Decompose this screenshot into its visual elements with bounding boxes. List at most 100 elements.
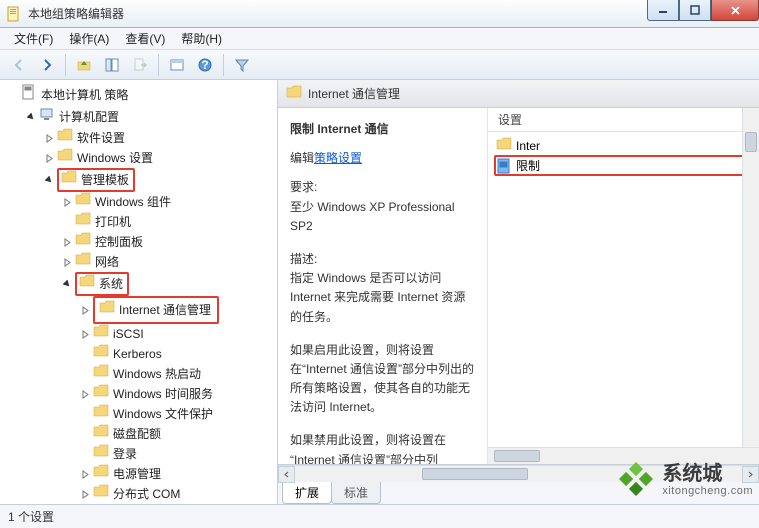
tree-item[interactable]: 控制面板 — [60, 232, 277, 252]
desc-text: 指定 Windows 是否可以访问 Internet 来完成需要 Interne… — [290, 269, 477, 327]
scroll-thumb[interactable] — [745, 132, 757, 152]
properties-button[interactable] — [164, 53, 190, 77]
tree-item[interactable]: Windows 文件保护 — [78, 404, 277, 424]
list-label: Inter — [516, 139, 540, 153]
folder-icon — [93, 384, 109, 404]
tree-item[interactable]: Windows 组件 — [60, 192, 277, 212]
tree-item[interactable]: iSCSI — [78, 324, 277, 344]
separator — [223, 54, 224, 76]
policy-settings-link[interactable]: 策略设置 — [314, 151, 362, 165]
tree-item[interactable]: Windows 时间服务 — [78, 384, 277, 404]
tree-computer-config[interactable]: 计算机配置 — [24, 106, 277, 128]
expand-icon[interactable] — [62, 237, 73, 248]
scroll-thumb[interactable] — [494, 450, 540, 462]
minimize-button[interactable] — [647, 0, 679, 21]
expand-icon[interactable] — [44, 153, 55, 164]
right-pane: Internet 通信管理 限制 Internet 通信 编辑策略设置 要求: … — [278, 80, 759, 504]
tree-item[interactable]: 磁盘配额 — [78, 424, 277, 444]
content-area: 本地计算机 策略 计算机配置 软件设置 Windows 设置 — [0, 80, 759, 504]
tree-system[interactable]: 系统 — [60, 272, 277, 296]
separator — [65, 54, 66, 76]
tab-extended[interactable]: 扩展 — [282, 481, 332, 504]
tree-label: 磁盘配额 — [111, 424, 163, 444]
desc-text: 如果禁用此设置，则将设置在 — [290, 431, 477, 450]
tree-item[interactable]: 网络 — [60, 252, 277, 272]
maximize-button[interactable] — [679, 0, 711, 21]
tree-label: 系统 — [97, 274, 125, 294]
folder-icon — [496, 137, 512, 154]
vertical-scrollbar[interactable] — [742, 108, 759, 464]
tree-item[interactable]: 分布式 COM — [78, 484, 277, 504]
tree-item[interactable]: Windows 设置 — [42, 148, 277, 168]
scroll-thumb[interactable] — [422, 468, 528, 480]
expand-icon[interactable] — [62, 197, 73, 208]
folder-icon — [93, 404, 109, 424]
folder-icon — [61, 170, 77, 190]
collapse-icon[interactable] — [44, 175, 55, 186]
collapse-icon[interactable] — [26, 112, 37, 123]
app-icon — [6, 6, 22, 22]
setting-icon — [496, 158, 512, 174]
header-title: Internet 通信管理 — [308, 85, 400, 102]
tree-label: 分布式 COM — [111, 484, 182, 504]
forward-button[interactable] — [34, 53, 60, 77]
tree-item[interactable]: 电源管理 — [78, 464, 277, 484]
folder-icon — [286, 85, 302, 102]
expand-icon[interactable] — [80, 469, 91, 480]
tab-standard[interactable]: 标准 — [331, 481, 381, 504]
tree-label: Internet 通信管理 — [117, 300, 213, 320]
expand-icon[interactable] — [80, 329, 91, 340]
menu-file[interactable]: 文件(F) — [8, 28, 59, 49]
up-button[interactable] — [71, 53, 97, 77]
watermark-url: xitongcheng.com — [662, 485, 753, 497]
folder-icon — [93, 344, 109, 364]
folder-icon — [93, 364, 109, 384]
tree-label: Windows 组件 — [93, 192, 173, 212]
expand-icon[interactable] — [80, 389, 91, 400]
tree-item[interactable]: 打印机 — [60, 212, 277, 232]
back-button[interactable] — [6, 53, 32, 77]
tree-root[interactable]: 本地计算机 策略 — [6, 84, 277, 106]
close-button[interactable] — [711, 0, 759, 21]
highlight-box: 管理模板 — [57, 168, 135, 192]
expand-icon[interactable] — [80, 489, 91, 500]
status-text: 1 个设置 — [8, 508, 54, 525]
column-header[interactable]: 设置 — [488, 108, 759, 132]
menu-action[interactable]: 操作(A) — [63, 28, 115, 49]
right-body: 限制 Internet 通信 编辑策略设置 要求: 至少 Windows XP … — [278, 108, 759, 465]
tree-label: 控制面板 — [93, 232, 145, 252]
tree-internet-comm[interactable]: Internet 通信管理 — [78, 296, 277, 324]
collapse-icon[interactable] — [62, 279, 73, 290]
tree-item[interactable]: 软件设置 — [42, 128, 277, 148]
tree-label: 软件设置 — [75, 128, 127, 148]
expand-icon[interactable] — [44, 133, 55, 144]
filter-button[interactable] — [229, 53, 255, 77]
tree-admin-templates[interactable]: 管理模板 — [42, 168, 277, 192]
tree-label: Windows 文件保护 — [111, 404, 215, 424]
menu-view[interactable]: 查看(V) — [119, 28, 171, 49]
list-label: 限制 — [516, 157, 540, 174]
export-button[interactable] — [127, 53, 153, 77]
expand-icon[interactable] — [62, 257, 73, 268]
tree-item[interactable]: 登录 — [78, 444, 277, 464]
scroll-left-button[interactable] — [278, 466, 295, 483]
menu-help[interactable]: 帮助(H) — [175, 28, 228, 49]
list-item-folder[interactable]: Inter — [494, 136, 753, 155]
show-hide-button[interactable] — [99, 53, 125, 77]
tree-item[interactable]: Windows 热启动 — [78, 364, 277, 384]
expand-icon[interactable] — [80, 305, 91, 316]
tree-label: 网络 — [93, 252, 121, 272]
policy-tree[interactable]: 本地计算机 策略 计算机配置 软件设置 Windows 设置 — [0, 80, 277, 504]
tree-label: Windows 时间服务 — [111, 384, 215, 404]
status-bar: 1 个设置 — [0, 504, 759, 528]
tree-item[interactable]: Kerberos — [78, 344, 277, 364]
list-item-setting[interactable]: 限制 — [494, 155, 753, 176]
help-button[interactable]: ? — [192, 53, 218, 77]
highlight-box: 系统 — [75, 272, 129, 296]
toolbar: ? — [0, 50, 759, 80]
edit-label: 编辑 — [290, 151, 314, 165]
folder-icon — [99, 300, 115, 320]
col-setting: 设置 — [498, 111, 522, 128]
setting-title: 限制 Internet 通信 — [290, 120, 477, 139]
folder-icon — [93, 464, 109, 484]
